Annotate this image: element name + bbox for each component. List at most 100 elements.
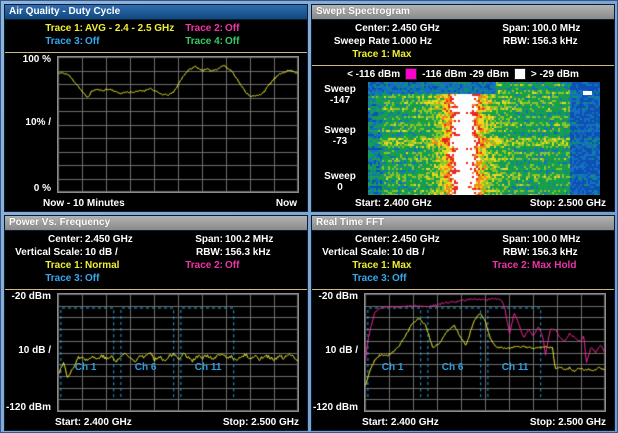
duty-cycle-info: Trace 1: AVG - 2.4 - 2.5 GHz Trace 2: Of… (5, 20, 307, 52)
duty-y-top: 100 % (23, 54, 51, 65)
spec-center-value: 2.450 GHz (392, 22, 440, 35)
pvf-rbw-label: RBW: (156, 246, 223, 259)
duty-cycle-canvas (58, 57, 298, 192)
sweep-label-bottom: Sweep 0 (312, 171, 368, 193)
pvf-span-value: 100.2 MHz (225, 233, 273, 246)
pvf-start-label: Start: 2.400 GHz (55, 417, 132, 428)
panel-duty-cycle: Air Quality - Duty Cycle Trace 1: AVG - … (4, 4, 308, 212)
duty-trace1-label: Trace 1: (5, 22, 83, 35)
spec-center-label: Center: (312, 22, 390, 35)
spectrogram-canvas (368, 82, 600, 195)
spectrogram-titlebar[interactable]: Swept Spectrogram (312, 5, 614, 20)
duty-cycle-plot (57, 56, 299, 193)
fft-center-value: 2.450 GHz (392, 233, 440, 246)
spec-sweep-rate-value: 1.000 Hz (392, 35, 432, 48)
fft-trace2-label: Trace 2: (463, 259, 530, 272)
pvf-x-axis: Start: 2.400 GHz Stop: 2.500 GHz (5, 414, 307, 430)
fft-span-label: Span: (463, 233, 530, 246)
fft-vscale-label: Vertical Scale: (312, 246, 390, 259)
spec-span-value: 100.0 MHz (532, 22, 580, 35)
pvf-trace2-label: Trace 2: (156, 259, 223, 272)
fft-y-mid: 10 dB / (325, 345, 358, 356)
fft-channel-1-label: Ch 1 (382, 362, 404, 373)
pvf-titlebar[interactable]: Power Vs. Frequency (5, 216, 307, 231)
fft-titlebar[interactable]: Real Time FFT (312, 216, 614, 231)
fft-span-value: 100.0 MHz (532, 233, 580, 246)
duty-trace4-label: Trace 4: (156, 35, 223, 48)
duty-x-axis: Now - 10 Minutes Now (5, 195, 307, 211)
spec-sweep-rate-label: Sweep Rate (312, 35, 390, 48)
pvf-vscale-value: 10 dB / (85, 246, 118, 259)
legend-high-swatch (514, 68, 526, 80)
legend-high-label: > -29 dBm (531, 69, 579, 80)
pvf-channel-1-label: Ch 1 (75, 362, 97, 373)
spec-trace1-value: Max (392, 48, 411, 61)
fft-rbw-value: 156.3 kHz (532, 246, 578, 259)
duty-y-bottom: 0 % (34, 183, 51, 194)
fft-trace1-label: Trace 1: (312, 259, 390, 272)
duty-cycle-title: Air Quality - Duty Cycle (9, 6, 120, 17)
spectrogram-info: Center: 2.450 GHz Span: 100.0 MHz Sweep … (312, 20, 614, 65)
fft-title: Real Time FFT (316, 217, 384, 228)
fft-center-label: Center: (312, 233, 390, 246)
pvf-stop-label: Stop: 2.500 GHz (223, 417, 299, 428)
fft-channel-11-label: Ch 11 (502, 362, 529, 373)
fft-trace3-label: Trace 3: (312, 272, 390, 285)
duty-x-left: Now - 10 Minutes (43, 198, 125, 209)
fft-chart-area: -20 dBm 10 dB / -120 dBm Ch 1 Ch 6 Ch 11 (312, 290, 614, 414)
pvf-span-label: Span: (156, 233, 223, 246)
legend-mid-swatch (405, 68, 417, 80)
pvf-vscale-label: Vertical Scale: (5, 246, 83, 259)
fft-rbw-label: RBW: (463, 246, 530, 259)
panel-swept-spectrogram: Swept Spectrogram Center: 2.450 GHz Span… (311, 4, 615, 212)
fft-info: Center: 2.450 GHz Span: 100.0 MHz Vertic… (312, 231, 614, 289)
spectrogram-waterfall (368, 82, 600, 195)
pvf-trace1-label: Trace 1: (5, 259, 83, 272)
pvf-plot: Ch 1 Ch 6 Ch 11 (57, 293, 299, 412)
sweep-label-top: Sweep -147 (312, 84, 368, 106)
panel-power-vs-frequency: Power Vs. Frequency Center: 2.450 GHz Sp… (4, 215, 308, 431)
amplitude-legend: < -116 dBm -116 dBm -29 dBm > -29 dBm (312, 66, 614, 82)
fft-trace1-value: Max (392, 259, 411, 272)
analyzer-window: Air Quality - Duty Cycle Trace 1: AVG - … (0, 0, 618, 433)
sweep-axis: Sweep -147 Sweep -73 Sweep 0 (312, 82, 368, 195)
pvf-trace1-value: Normal (85, 259, 119, 272)
spec-stop-label: Stop: 2.500 GHz (530, 198, 606, 209)
sweep-top-value: -147 (330, 95, 350, 106)
duty-x-right: Now (276, 198, 297, 209)
duty-trace2-label: Trace 2: (156, 22, 223, 35)
pvf-canvas (58, 294, 298, 411)
fft-y-bottom: -120 dBm (313, 402, 358, 413)
pvf-trace2-value: Off (225, 259, 239, 272)
pvf-channel-6-label: Ch 6 (135, 362, 157, 373)
fft-canvas (365, 294, 605, 411)
spectrogram-position-marker[interactable] (583, 91, 592, 95)
pvf-channel-11-label: Ch 11 (195, 362, 222, 373)
pvf-y-mid: 10 dB / (18, 345, 51, 356)
fft-y-axis: -20 dBm 10 dB / -120 dBm (312, 290, 364, 414)
sweep-bottom-value: 0 (337, 182, 343, 193)
spec-rbw-label: RBW: (463, 35, 530, 48)
sweep-mid-value: -73 (333, 136, 347, 147)
sweep-word: Sweep (324, 171, 356, 182)
pvf-trace3-value: Off (85, 272, 99, 285)
pvf-title: Power Vs. Frequency (9, 217, 110, 228)
duty-cycle-titlebar[interactable]: Air Quality - Duty Cycle (5, 5, 307, 20)
legend-mid-label: -116 dBm -29 dBm (422, 69, 509, 80)
fft-x-axis: Start: 2.400 GHz Stop: 2.500 GHz (312, 414, 614, 430)
spec-span-label: Span: (463, 22, 530, 35)
duty-y-axis: 100 % 10% / 0 % (5, 53, 57, 195)
pvf-center-label: Center: (5, 233, 83, 246)
fft-start-label: Start: 2.400 GHz (362, 417, 439, 428)
fft-plot: Ch 1 Ch 6 Ch 11 (364, 293, 606, 412)
pvf-chart-area: -20 dBm 10 dB / -120 dBm Ch 1 Ch 6 Ch 11 (5, 290, 307, 414)
legend-low-label: < -116 dBm (347, 69, 400, 80)
duty-trace2-value: Off (225, 22, 239, 35)
duty-chart-area: 100 % 10% / 0 % (5, 53, 307, 195)
fft-vscale-value: 10 dB / (392, 246, 425, 259)
spec-start-label: Start: 2.400 GHz (355, 198, 432, 209)
duty-y-mid: 10% / (25, 117, 51, 128)
pvf-info: Center: 2.450 GHz Span: 100.2 MHz Vertic… (5, 231, 307, 289)
spec-trace1-label: Trace 1: (312, 48, 390, 61)
pvf-center-value: 2.450 GHz (85, 233, 133, 246)
